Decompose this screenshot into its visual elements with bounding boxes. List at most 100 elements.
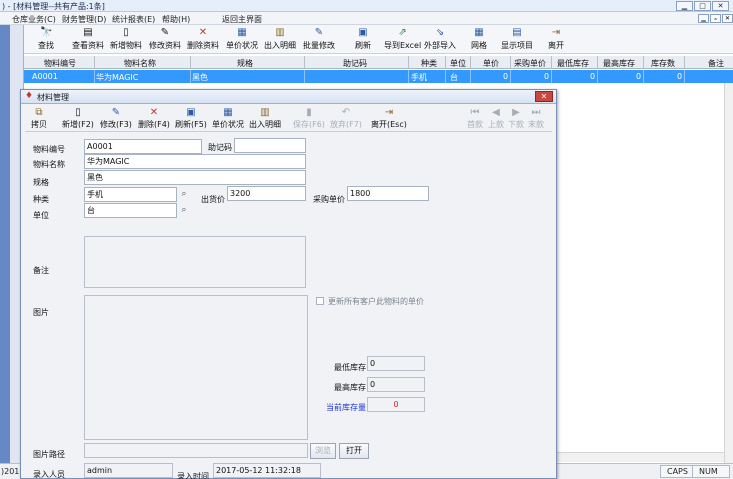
sale-price-field[interactable]: 3200	[227, 186, 306, 201]
batch-edit-icon: ✎	[314, 27, 324, 38]
export-excel-icon: ⇗	[398, 27, 407, 38]
entry-user-field: admin	[84, 463, 173, 478]
col-header-price[interactable]: 单价	[483, 58, 499, 69]
dialog-prev-button[interactable]: ◀ 上款	[488, 107, 504, 130]
toolbar-divider	[25, 131, 552, 132]
left-nav-strip	[0, 25, 10, 465]
type-field[interactable]: 手机	[84, 187, 177, 202]
dialog-next-button[interactable]: ▶ 下款	[508, 107, 524, 130]
picture-path-field[interactable]	[84, 443, 308, 458]
new-document-icon: ▯	[75, 107, 81, 118]
col-header-stock[interactable]: 库存数	[651, 58, 675, 69]
code-label: 物料编号	[33, 145, 65, 154]
price-grid-icon: ▦	[223, 107, 233, 118]
open-button[interactable]: 打开	[339, 443, 369, 459]
dialog-titlebar[interactable]: ♦ 材料管理 ✕	[21, 90, 556, 104]
col-header-spec[interactable]: 规格	[237, 58, 253, 69]
col-header-max-stock[interactable]: 最高库存	[603, 58, 635, 69]
grid-header: 物料编号 物料名称 规格 助记码 种类 单位 单价 采购单价 最低库存 最高库存…	[24, 56, 733, 69]
close-window-button[interactable]: ✕	[712, 1, 729, 11]
dialog-cancel-button[interactable]: ↶ 放弃(F7)	[330, 107, 362, 130]
max-stock-label: 最高库存	[334, 383, 366, 392]
dialog-inout-detail-button[interactable]: ▥ 出入明细	[249, 107, 281, 130]
browse-button[interactable]: 浏览	[310, 443, 336, 459]
menu-finance[interactable]: 财务管理(D)	[62, 14, 106, 25]
dialog-delete-button[interactable]: ✕ 删除(F4)	[138, 107, 170, 130]
minimize-button[interactable]: ▁	[676, 1, 693, 11]
unit-lookup-search-icon[interactable]: ⌕	[177, 203, 191, 218]
menu-help[interactable]: 帮助(H)	[162, 14, 190, 25]
menu-warehouse[interactable]: 仓库业务(C)	[12, 14, 56, 25]
dialog-new-button[interactable]: ▯ 新增(F2)	[62, 107, 94, 130]
col-header-remark[interactable]: 备注	[708, 58, 724, 69]
col-header-min-stock[interactable]: 最低库存	[557, 58, 589, 69]
inout-detail-icon: ▥	[275, 27, 285, 38]
dialog-close-button[interactable]: ✕	[535, 91, 553, 102]
toolbar-new-button[interactable]: ▯ 新增物料	[110, 27, 142, 51]
toolbar-batch-edit-button[interactable]: ✎ 批量修改	[303, 27, 335, 51]
dialog-first-button[interactable]: ⏮ 首款	[467, 107, 483, 130]
mdi-restore-button[interactable]: ₐ	[710, 14, 721, 23]
min-stock-field[interactable]: 0	[367, 356, 425, 371]
grid-vertical-scrollbar[interactable]	[724, 83, 733, 463]
status-num: NUM	[699, 467, 718, 476]
col-header-name[interactable]: 物料名称	[124, 58, 156, 69]
maximize-button[interactable]: □	[694, 1, 711, 11]
name-field[interactable]: 华为MAGIC	[84, 154, 306, 169]
toolbar-export-excel-button[interactable]: ⇗ 导到Excel	[384, 27, 421, 51]
dialog-save-button[interactable]: ▮ 保存(F6)	[293, 107, 325, 130]
dialog-last-button[interactable]: ⏭ 末款	[528, 107, 544, 130]
toolbar-exit-button[interactable]: ⇥ 离开	[548, 27, 564, 51]
spec-field[interactable]: 黑色	[84, 170, 306, 185]
toolbar-import-button[interactable]: ⇘ 外部导入	[424, 27, 456, 51]
toolbar-edit-button[interactable]: ✎ 修改资料	[149, 27, 181, 51]
import-icon: ⇘	[435, 27, 445, 38]
inout-detail-icon: ▥	[260, 107, 270, 118]
dialog-price-status-button[interactable]: ▦ 单价状况	[212, 107, 244, 130]
col-header-mnemonic[interactable]: 助记码	[343, 58, 367, 69]
toolbar-grid-button[interactable]: ▦ 网格	[471, 27, 487, 51]
dialog-refresh-button[interactable]: ▣ 刷新(F5)	[175, 107, 207, 130]
price-grid-icon: ▦	[237, 27, 247, 38]
remark-textarea[interactable]	[84, 236, 306, 288]
toolbar-inout-detail-button[interactable]: ▥ 出入明细	[264, 27, 296, 51]
spec-label: 规格	[33, 178, 49, 187]
max-stock-field[interactable]: 0	[367, 377, 425, 392]
dialog-exit-button[interactable]: ⇥ 离开(Esc)	[371, 107, 407, 130]
dialog-edit-button[interactable]: ✎ 修改(F3)	[100, 107, 132, 130]
menu-reports[interactable]: 统计报表(E)	[112, 14, 155, 25]
entry-user-label: 录入人员	[33, 470, 65, 479]
toolbar-delete-button[interactable]: ✕ 删除资料	[187, 27, 219, 51]
type-lookup-search-icon[interactable]: ⌕	[177, 187, 191, 202]
edit-pencil-icon: ✎	[111, 107, 121, 118]
update-all-checkbox[interactable]	[316, 297, 324, 305]
menu-bar: 仓库业务(C) 财务管理(D) 统计报表(E) 帮助(H) 返回主界面 ▁ ₐ …	[0, 12, 733, 25]
col-header-purchase-price[interactable]: 采购单价	[514, 58, 546, 69]
entry-time-label: 录入时间	[177, 472, 209, 479]
material-dialog: ♦ 材料管理 ✕ ⧉ 拷贝 ▯ 新增(F2) ✎ 修改(F3) ✕ 删除(F4) ▣ 刷新…	[20, 89, 557, 479]
toolbar-show-columns-button[interactable]: ▤ 显示项目	[501, 27, 533, 51]
refresh-icon: ▣	[186, 107, 196, 118]
col-header-unit[interactable]: 单位	[450, 58, 466, 69]
toolbar-price-status-button[interactable]: ▦ 单价状况	[226, 27, 258, 51]
mdi-minimize-button[interactable]: ▁	[698, 14, 709, 23]
purchase-price-field[interactable]: 1800	[347, 186, 429, 201]
picture-label: 图片	[33, 308, 49, 317]
table-row[interactable]: A0001 华为MAGIC 黑色 手机 台 0 0 0 0 0	[24, 70, 733, 83]
mdi-close-button[interactable]: ✕	[722, 14, 733, 23]
unit-field[interactable]: 台	[84, 203, 177, 218]
toolbar-view-button[interactable]: ▤ 查看资料	[72, 27, 104, 51]
toolbar-refresh-button[interactable]: ▣ 刷新	[355, 27, 371, 51]
picture-box[interactable]	[84, 295, 308, 440]
code-field[interactable]: A0001	[84, 139, 202, 154]
col-header-code[interactable]: 物料编号	[44, 58, 76, 69]
toolbar-find-button[interactable]: 🔭 查找	[38, 27, 54, 51]
prev-record-icon: ◀	[492, 107, 500, 118]
main-toolbar: 🔭 查找 ▤ 查看资料 ▯ 新增物料 ✎ 修改资料 ✕ 删除资料 ▦ 单价状况 ▥ 出入明细 …	[24, 25, 733, 54]
menu-return-main[interactable]: 返回主界面	[222, 14, 262, 25]
col-header-type[interactable]: 种类	[421, 58, 437, 69]
mnemonic-field[interactable]	[234, 138, 306, 153]
grid-horizontal-scrollbar[interactable]	[557, 452, 724, 462]
exit-door-icon: ⇥	[384, 107, 394, 118]
dialog-copy-button[interactable]: ⧉ 拷贝	[31, 107, 47, 130]
